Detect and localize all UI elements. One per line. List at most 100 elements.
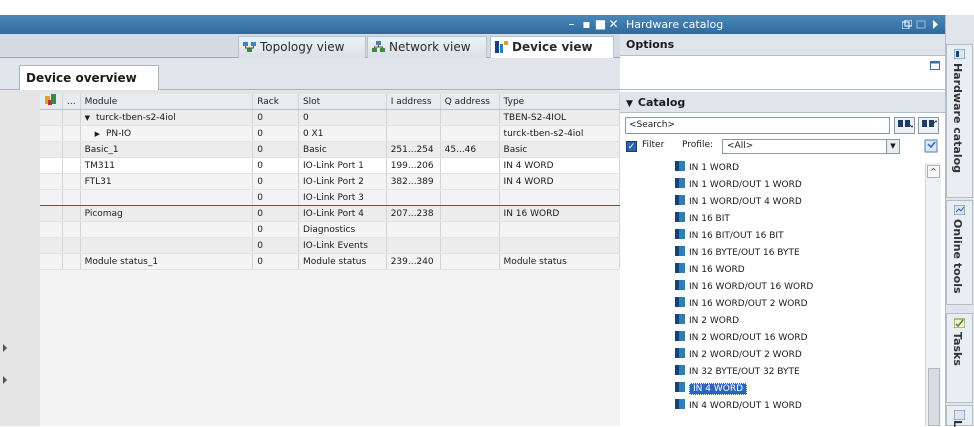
catalog-item[interactable]: IN 1 WORD/OUT 1 WORD [675,177,802,194]
column-header-type[interactable]: Type [499,94,621,110]
expand-left-arrow-icon[interactable] [3,344,7,352]
left-splitter[interactable] [0,90,40,426]
column-header-q-address[interactable]: Q address [440,94,500,110]
cell-type[interactable]: TBEN-S2-4IOL [499,109,621,126]
cell-q-address[interactable] [440,189,500,206]
catalog-item[interactable]: IN 1 WORD/OUT 4 WORD [675,194,802,211]
table-row[interactable]: FTL31 0 IO-Link Port 2 382...389 IN 4 WORD [40,173,621,190]
cell-module[interactable]: FTL31 [80,173,254,190]
cell-q-address[interactable]: 45...46 [440,141,500,158]
column-header-rack[interactable]: Rack [252,94,299,110]
catalog-section-header[interactable]: ▼ Catalog [620,92,945,113]
catalog-item[interactable]: IN 16 BIT [675,211,730,228]
cell-type[interactable]: turck-tben-s2-4iol [499,125,621,142]
cell-type[interactable]: IN 16 WORD [499,205,621,222]
side-tab-online-tools[interactable]: Online tools [946,200,973,305]
cell-i-address[interactable]: 207...238 [386,205,441,222]
scroll-thumb[interactable] [928,368,940,426]
cell-i-address[interactable]: 251...254 [386,141,441,158]
catalog-item[interactable]: IN 16 WORD [675,262,745,279]
cell-rack[interactable]: 0 [252,157,299,174]
cell-i-address[interactable] [386,221,441,238]
table-row[interactable]: Basic_1 0 Basic 251...254 45...46 Basic [40,141,621,158]
cell-type[interactable] [499,237,621,254]
table-row[interactable]: 0 Diagnostics [40,221,621,238]
cell-slot[interactable]: IO-Link Port 2 [298,173,387,190]
float-icon[interactable]: ▪ [580,15,593,34]
cell-q-address[interactable] [440,237,500,254]
catalog-item[interactable]: IN 32 BYTE/OUT 32 BYTE [675,364,800,381]
cell-i-address[interactable]: 382...389 [386,173,441,190]
cell-slot[interactable]: Diagnostics [298,221,387,238]
chevron-down-icon[interactable]: ▼ [626,99,633,109]
catalog-item[interactable]: IN 1 WORD [675,160,739,177]
cell-q-address[interactable] [440,157,500,174]
cell-q-address[interactable] [440,173,500,190]
cell-slot[interactable]: IO-Link Port 1 [298,157,387,174]
filter-options-icon[interactable] [924,138,940,154]
catalog-item[interactable]: IN 4 WORD/OUT 1 WORD [675,398,802,415]
cell-i-address[interactable] [386,237,441,254]
cell-q-address[interactable] [440,221,500,238]
expand-left-arrow-icon-2[interactable] [3,376,7,384]
catalog-item[interactable]: IN 2 WORD/OUT 16 WORD [675,330,808,347]
cell-rack[interactable]: 0 [252,125,299,142]
expand-arrow-down-icon[interactable]: ▼ [85,114,90,122]
cell-slot[interactable]: Basic [298,141,387,158]
cell-slot[interactable]: 0 [298,109,387,126]
cell-slot[interactable]: 0 X1 [298,125,387,142]
cell-i-address[interactable] [386,189,441,206]
maximize-icon[interactable]: ■ [594,15,607,34]
cell-type[interactable] [499,189,621,206]
cell-slot[interactable]: IO-Link Port 3 [298,189,387,206]
column-header-module[interactable]: Module [80,94,254,110]
search-down-button[interactable] [894,117,915,134]
cell-type[interactable]: IN 4 WORD [499,173,621,190]
table-row[interactable]: 0 IO-Link Events [40,237,621,254]
options-panel-icon[interactable] [930,61,940,70]
catalog-item[interactable]: IN 16 WORD/OUT 16 WORD [675,279,813,296]
cell-i-address[interactable] [386,109,441,126]
table-row[interactable]: Picomag 0 IO-Link Port 4 207...238 IN 16 WOR… [40,205,621,222]
cell-slot[interactable]: Module status [298,253,387,270]
cell-rack[interactable]: 0 [252,253,299,270]
cell-type[interactable]: IN 4 WORD [499,157,621,174]
cell-module[interactable]: TM311 [80,157,254,174]
dropdown-arrow-icon[interactable]: ▼ [886,140,899,153]
catalog-search-input[interactable]: <Search> [625,117,890,134]
cell-i-address[interactable]: 239...240 [386,253,441,270]
table-row[interactable]: ▼ turck-tben-s2-4iol 0 0 TBEN-S2-4IOL [40,109,621,126]
cell-module[interactable]: Picomag [80,205,254,222]
cell-rack[interactable]: 0 [252,109,299,126]
catalog-item[interactable]: IN 16 WORD/OUT 2 WORD [675,296,808,313]
cell-module[interactable] [80,189,254,206]
table-row[interactable]: Module status_1 0 Module status 239...240 Mo… [40,253,621,270]
cell-q-address[interactable] [440,125,500,142]
cell-slot[interactable]: IO-Link Events [298,237,387,254]
cell-rack[interactable]: 0 [252,189,299,206]
tab-network-view[interactable]: Network view [367,36,487,58]
float-pane-icon[interactable] [902,20,912,29]
search-up-button[interactable] [918,117,939,134]
table-row[interactable]: TM311 0 IO-Link Port 1 199...206 IN 4 WORD [40,157,621,174]
profile-select[interactable]: <All> ▼ [722,139,900,154]
tab-device-overview[interactable]: Device overview [19,65,159,91]
cell-module[interactable]: Basic_1 [80,141,254,158]
cell-i-address[interactable]: 199...206 [386,157,441,174]
cell-q-address[interactable] [440,253,500,270]
cell-type[interactable]: Module status [499,253,621,270]
close-icon[interactable]: ✕ [607,15,620,34]
options-section-header[interactable]: Options [620,34,945,56]
cell-rack[interactable]: 0 [252,205,299,222]
cell-rack[interactable]: 0 [252,141,299,158]
catalog-scrollbar[interactable]: ^ [925,163,941,426]
catalog-item[interactable]: IN 4 WORD [675,381,748,398]
cell-rack[interactable]: 0 [252,173,299,190]
catalog-item[interactable]: IN 16 BYTE/OUT 16 BYTE [675,245,800,262]
minimize-icon[interactable]: – [565,15,578,34]
table-row[interactable]: 0 IO-Link Port 3 [40,189,621,206]
cell-q-address[interactable] [440,205,500,222]
cell-module[interactable]: ▼ turck-tben-s2-4iol [80,109,254,126]
cell-i-address[interactable] [386,125,441,142]
cell-slot[interactable]: IO-Link Port 4 [298,205,387,222]
